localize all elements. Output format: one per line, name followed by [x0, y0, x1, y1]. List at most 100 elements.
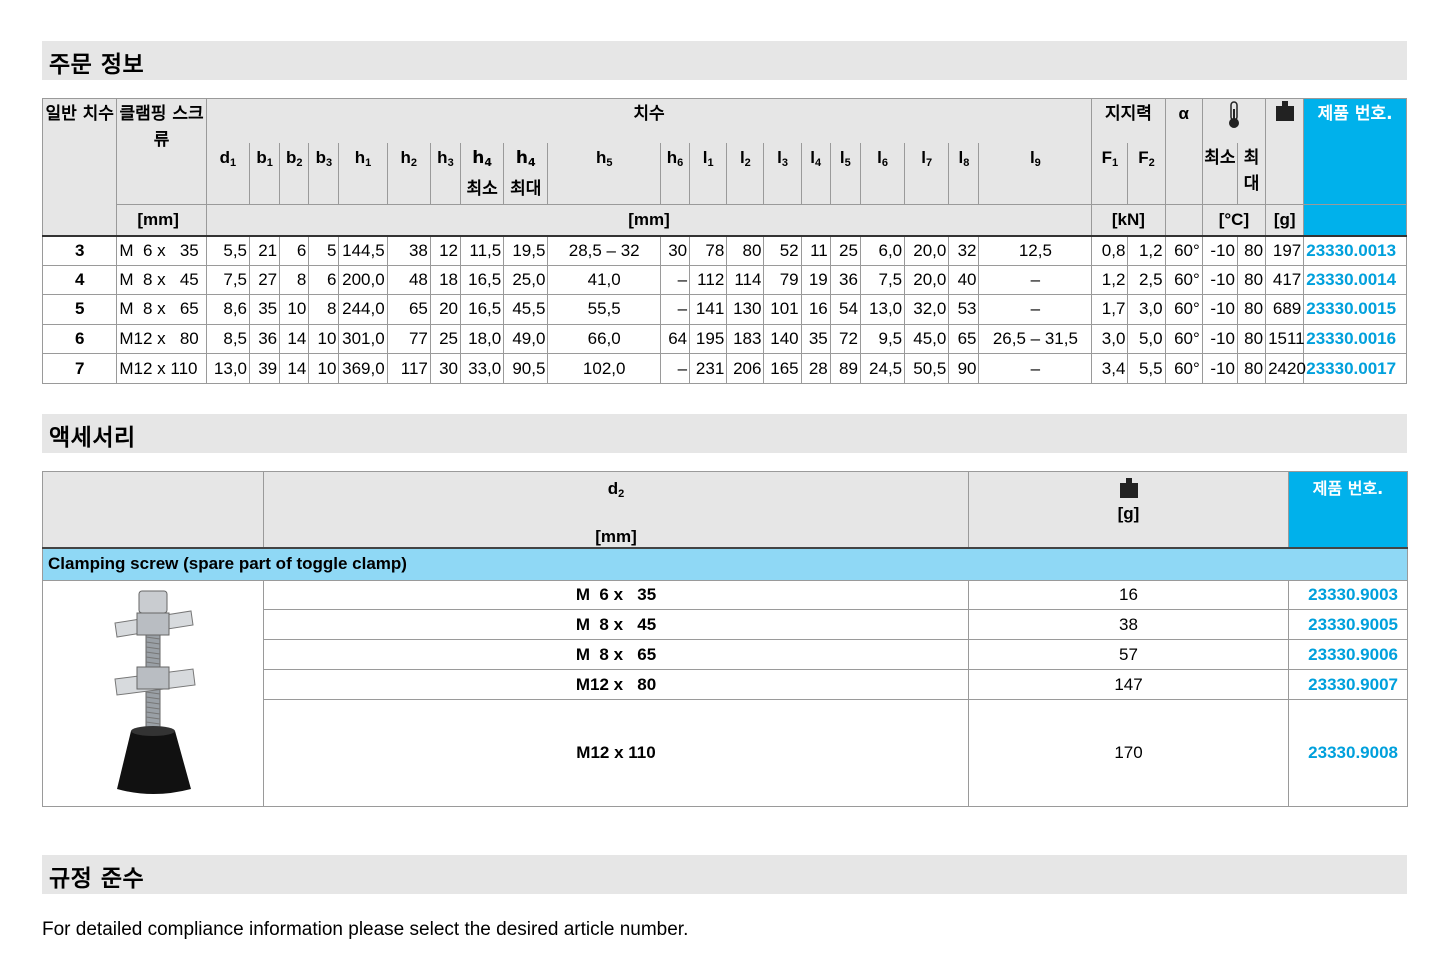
- col-h1: h1: [338, 142, 388, 205]
- order-row: 5M 8 x 65 8,6 35 10 8 244,0 65 20 16,5 45,5 55,5–1…: [41, 294, 1407, 325]
- product-number-link[interactable]: 23330.0014: [1303, 264, 1407, 296]
- col-d1: d1: [205, 142, 251, 205]
- unit-celsius: [°C]: [1201, 203, 1267, 236]
- accessory-product-number-link[interactable]: 23330.9007: [1288, 669, 1408, 701]
- order-cell: 11: [800, 234, 831, 266]
- accessories-table: d2 [mm] [g] 제품 번호. Clamping screw (spare …: [42, 471, 1408, 807]
- product-number-link[interactable]: 23330.0016: [1303, 323, 1407, 355]
- order-cell: -10: [1201, 264, 1238, 296]
- order-cell: 200,0: [338, 264, 388, 296]
- order-cell: 5,0: [1127, 323, 1166, 355]
- order-cell: 30: [659, 234, 691, 266]
- accessory-size: M 8 x 45: [263, 609, 969, 641]
- order-cell: 689: [1265, 294, 1305, 325]
- general-size-cell: 3: [41, 234, 118, 266]
- order-cell: 60°: [1164, 264, 1203, 296]
- col-l1: l1: [689, 142, 728, 205]
- order-cell: 60°: [1164, 294, 1203, 325]
- order-row: 7 M12 x 110 13,0 39 14 10 369,0 117 30 33,0 90,5 10…: [41, 353, 1407, 384]
- order-cell: 16: [800, 294, 831, 325]
- col-l7: l7: [904, 142, 950, 205]
- product-number-link[interactable]: 23330.0015: [1303, 294, 1407, 325]
- alpha-header: α: [1164, 98, 1203, 143]
- acc-category: Clamping screw (spare part of toggle cla…: [42, 547, 1408, 581]
- col-h2: h2: [386, 142, 431, 205]
- order-cell: -10: [1201, 234, 1238, 266]
- general-size-cell: 5: [41, 294, 118, 325]
- col-b3: b3: [308, 142, 340, 205]
- order-cell: 6: [279, 234, 310, 266]
- order-cell: 80: [1236, 264, 1267, 296]
- order-cell: 8: [279, 264, 310, 296]
- order-cell: 64: [659, 323, 691, 355]
- unit-kn: [kN]: [1091, 203, 1166, 236]
- order-row: 4M 8 x 45 7,5 27 8 6 200,0 48 18 16,5 25,0 41,0–11…: [41, 264, 1407, 296]
- product-number-link[interactable]: 23330.0013: [1303, 234, 1407, 266]
- order-cell: 16,5: [459, 294, 505, 325]
- order-cell: 35: [248, 294, 281, 325]
- order-cell: 52: [763, 234, 802, 266]
- order-cell: 130: [726, 294, 765, 325]
- order-cell: 5,5: [1127, 353, 1166, 384]
- order-cell: 102,0: [547, 353, 661, 384]
- col-f1: F1: [1091, 142, 1129, 205]
- general-size-header: 일반 치수: [41, 98, 118, 236]
- accessory-product-number-link[interactable]: 23330.9008: [1288, 699, 1408, 807]
- order-cell: 89: [829, 353, 861, 384]
- order-cell: 7,5: [859, 264, 906, 296]
- order-cell: 195: [689, 323, 728, 355]
- acc-weight-header: [g]: [968, 471, 1289, 549]
- order-cell: -10: [1201, 294, 1238, 325]
- order-cell: 28: [800, 353, 831, 384]
- order-cell: 26,5 – 31,5: [978, 323, 1093, 355]
- order-cell: 32,0: [904, 294, 950, 325]
- order-cell: 10: [308, 323, 340, 355]
- order-cell: 39: [248, 353, 281, 384]
- order-cell: 18: [429, 264, 462, 296]
- col-l2: l2: [726, 142, 765, 205]
- order-cell: –: [659, 294, 691, 325]
- order-cell: 19: [800, 264, 831, 296]
- clamping-screw-cell: M12 x 80: [116, 323, 207, 355]
- product-number-link[interactable]: 23330.0017: [1303, 353, 1407, 384]
- acc-d2-header: d2 [mm]: [263, 471, 969, 549]
- general-size-cell: 4: [41, 264, 118, 296]
- order-cell: 80: [1236, 353, 1267, 384]
- clamping-screw-image: [42, 579, 264, 807]
- col-h3: h3: [429, 142, 462, 205]
- order-cell: 3,0: [1091, 323, 1129, 355]
- clamping-screw-cell: M 6 x 35: [116, 234, 207, 266]
- order-cell: 48: [386, 264, 431, 296]
- accessory-size: M 8 x 65: [263, 639, 969, 671]
- order-cell: 36: [829, 264, 861, 296]
- order-cell: 27: [248, 264, 281, 296]
- section-compliance: 규정 준수: [42, 855, 1407, 894]
- order-cell: –: [978, 353, 1093, 384]
- order-cell: 72: [829, 323, 861, 355]
- order-cell: 8: [308, 294, 340, 325]
- order-cell: 14: [279, 323, 310, 355]
- product-no-header-cont: [1303, 203, 1407, 236]
- thermometer-icon: [1228, 101, 1239, 128]
- order-cell: 78: [689, 234, 728, 266]
- order-cell: 3,0: [1127, 294, 1166, 325]
- accessory-weight: 170: [968, 699, 1289, 807]
- col-alpha-blank: [1164, 142, 1203, 205]
- order-row: 6 M12 x 80 8,5 36 14 10 301,0 77 25 18,0 49,0 66,0 6…: [41, 323, 1407, 355]
- order-cell: 11,5: [459, 234, 505, 266]
- col-l5: l5: [829, 142, 861, 205]
- order-row: 3M 6 x 35 5,5 21 6 5 144,5 38 12 11,5 19,5 28,5 – …: [41, 234, 1407, 266]
- accessory-product-number-link[interactable]: 23330.9006: [1288, 639, 1408, 671]
- accessory-product-number-link[interactable]: 23330.9003: [1288, 579, 1408, 611]
- order-cell: 25: [429, 323, 462, 355]
- section-order-info: 주문 정보: [42, 41, 1407, 80]
- accessory-product-number-link[interactable]: 23330.9005: [1288, 609, 1408, 641]
- order-cell: 7,5: [205, 264, 251, 296]
- col-l8: l8: [948, 142, 980, 205]
- order-cell: 244,0: [338, 294, 388, 325]
- order-cell: 35: [800, 323, 831, 355]
- col-weight-blank: [1265, 142, 1305, 205]
- order-cell: 1,7: [1091, 294, 1129, 325]
- order-cell: 417: [1265, 264, 1305, 296]
- order-cell: 117: [386, 353, 431, 384]
